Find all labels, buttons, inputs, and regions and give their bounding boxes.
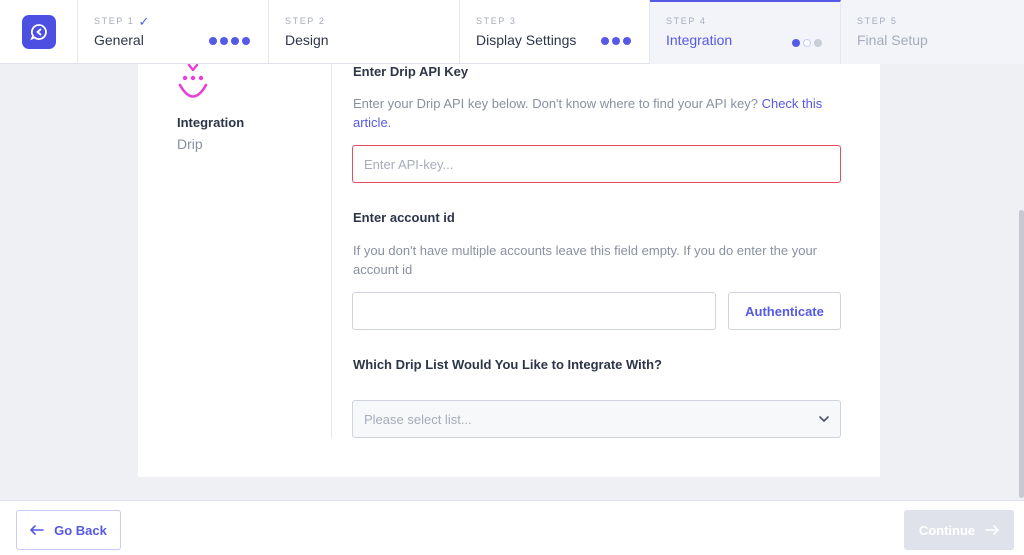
- step-number: STEP 5: [857, 16, 898, 26]
- drip-logo-icon: [178, 64, 208, 98]
- integration-card: Integration Drip Enter Drip API Key Ente…: [138, 64, 880, 477]
- step-name: Final Setup: [857, 32, 928, 48]
- continue-label: Continue: [918, 522, 976, 538]
- account-id-help: If you don't have multiple accounts leav…: [353, 243, 818, 277]
- arrow-right-icon: [985, 525, 999, 535]
- api-key-title: Enter Drip API Key: [353, 64, 469, 79]
- step-name: Design: [285, 32, 329, 48]
- chevron-down-icon: [819, 412, 829, 426]
- step-number: STEP 2: [285, 16, 326, 26]
- go-back-button[interactable]: Go Back: [16, 510, 121, 550]
- step-progress-dots: [601, 37, 631, 45]
- api-key-help: Enter your Drip API key below. Don't kno…: [353, 96, 823, 130]
- step-integration[interactable]: STEP 4 Integration: [650, 0, 841, 64]
- step-display-settings[interactable]: STEP 3 Display Settings: [460, 0, 650, 64]
- scrollbar-thumb[interactable]: [1019, 210, 1024, 498]
- step-final-setup[interactable]: STEP 5 Final Setup: [841, 0, 1024, 64]
- check-icon: ✓: [138, 13, 150, 29]
- authenticate-button[interactable]: Authenticate: [728, 292, 841, 330]
- step-progress-dots: [792, 39, 822, 47]
- step-progress-dots: [209, 37, 250, 45]
- account-id-input[interactable]: [352, 292, 716, 330]
- logo-cell: [0, 0, 78, 64]
- stepper-header: STEP 1 ✓ General STEP 2 Design STEP 3 Di…: [0, 0, 1024, 64]
- api-key-input[interactable]: Enter API-key...: [352, 145, 841, 183]
- go-back-label: Go Back: [54, 522, 107, 538]
- wizard-footer: Go Back Continue: [0, 500, 1024, 555]
- list-placeholder: Please select list...: [364, 411, 472, 427]
- chat-bubble-icon: [29, 24, 47, 41]
- account-id-title: Enter account id: [353, 210, 455, 225]
- arrow-left-icon: [30, 525, 44, 535]
- step-number: STEP 3: [476, 16, 517, 26]
- integration-sidebar: Integration Drip: [138, 64, 332, 438]
- continue-button[interactable]: Continue: [904, 510, 1014, 550]
- step-number: STEP 4: [666, 16, 707, 26]
- list-title: Which Drip List Would You Like to Integr…: [353, 357, 662, 372]
- integration-provider: Drip: [177, 136, 203, 152]
- step-general[interactable]: STEP 1 ✓ General: [78, 0, 269, 64]
- step-design[interactable]: STEP 2 Design: [269, 0, 460, 64]
- app-logo[interactable]: [21, 15, 56, 49]
- list-select[interactable]: Please select list...: [352, 400, 841, 438]
- integration-title: Integration: [177, 115, 245, 130]
- step-number: STEP 1: [94, 16, 135, 26]
- api-key-placeholder: Enter API-key...: [364, 156, 454, 172]
